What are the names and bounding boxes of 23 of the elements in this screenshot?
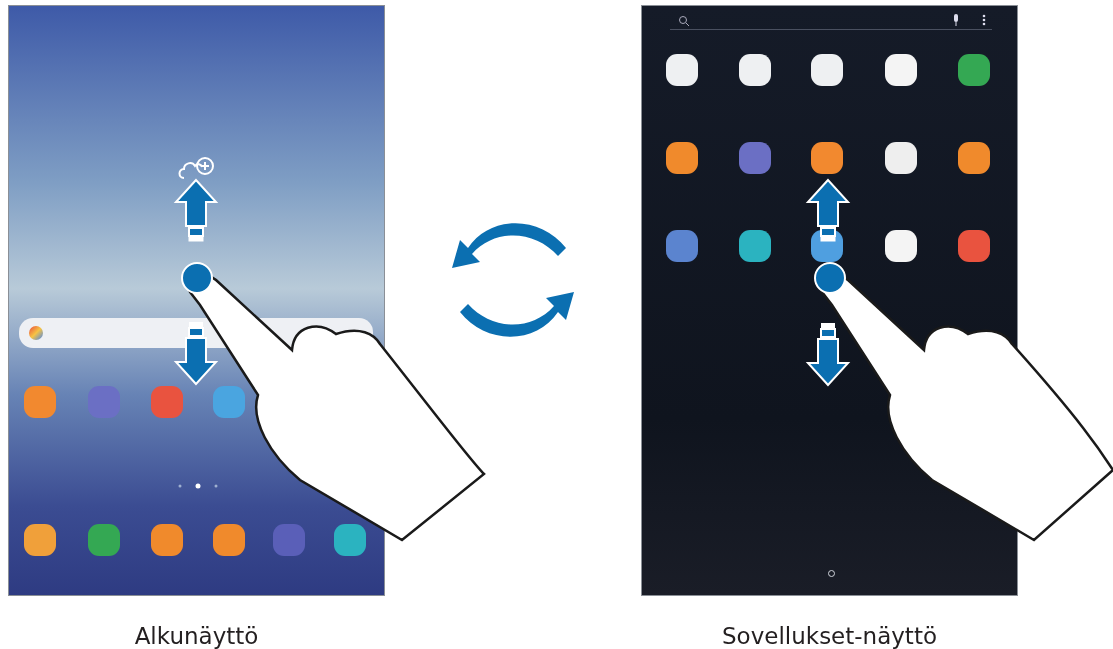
app-icon[interactable]	[958, 54, 990, 86]
sync-arrows-icon	[452, 223, 574, 337]
app-icon[interactable]	[811, 54, 843, 86]
cloud-add-icon	[178, 157, 214, 179]
app-icon[interactable]	[666, 142, 698, 174]
search-icon	[678, 15, 690, 27]
caption: Sovellukset-näyttö	[722, 622, 937, 649]
microphone-icon[interactable]	[952, 14, 960, 26]
app-icon[interactable]	[739, 230, 771, 262]
app-icon[interactable]	[811, 142, 843, 174]
page-indicator	[177, 483, 219, 489]
app-icon[interactable]	[666, 54, 698, 86]
caption: Alkunäyttö	[134, 622, 259, 649]
up-arrow-icon	[805, 178, 851, 242]
up-arrow-icon	[173, 178, 219, 242]
app-icon[interactable]	[885, 142, 917, 174]
app-icon[interactable]	[885, 54, 917, 86]
app-icon[interactable]	[885, 230, 917, 262]
app-icon[interactable]	[739, 54, 771, 86]
app-icon[interactable]	[958, 142, 990, 174]
down-arrow-icon	[173, 322, 219, 386]
more-options-icon[interactable]	[982, 14, 986, 26]
down-arrow-icon	[805, 323, 851, 387]
